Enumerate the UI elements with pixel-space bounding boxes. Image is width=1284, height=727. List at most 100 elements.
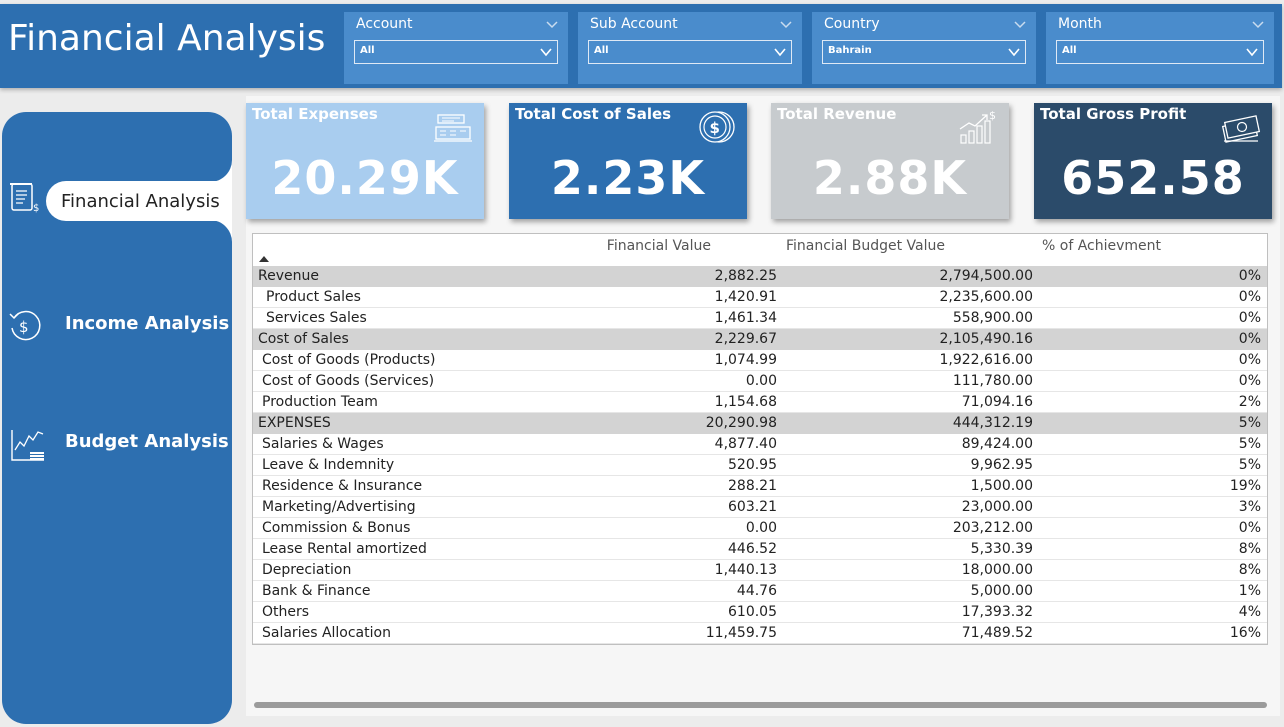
financial-value-cell: 1,154.68	[714, 394, 777, 410]
table-row[interactable]: Others 610.05 17,393.32 4%	[253, 602, 1267, 623]
table-row[interactable]: Product Sales 1,420.91 2,235,600.00 0%	[253, 287, 1267, 308]
chevron-down-icon	[774, 48, 786, 57]
table-row[interactable]: Salaries & Wages 4,877.40 89,424.00 5%	[253, 434, 1267, 455]
dashboard: Financial Analysis Account All Sub Accou…	[0, 0, 1284, 727]
budget-value-cell: 111,780.00	[952, 373, 1033, 389]
achievement-cell: 0%	[1238, 352, 1261, 368]
table-group-row[interactable]: Revenue 2,882.25 2,794,500.00 0%	[253, 266, 1267, 287]
financial-value-cell: 520.95	[728, 457, 777, 473]
filter-value: Bahrain	[828, 45, 872, 56]
row-label: Salaries & Wages	[262, 436, 384, 452]
filter-value: All	[360, 45, 375, 56]
budget-value-cell: 5,000.00	[970, 583, 1033, 599]
table-row[interactable]: Cost of Goods (Services) 0.00 111,780.00 0%	[253, 371, 1267, 392]
row-label: Leave & Indemnity	[262, 457, 395, 473]
filter-dropdown[interactable]: All	[354, 40, 558, 64]
chevron-down-icon[interactable]	[1252, 18, 1264, 30]
table-body: Revenue 2,882.25 2,794,500.00 0% Product Sal…	[253, 266, 1267, 644]
budget-value-cell: 2,235,600.00	[939, 289, 1033, 305]
filter-dropdown[interactable]: All	[588, 40, 792, 64]
achievement-cell: 0%	[1238, 310, 1261, 326]
filter-label: Sub Account	[590, 16, 678, 32]
table-row[interactable]: Cost of Goods (Products) 1,074.99 1,922,61…	[253, 350, 1267, 371]
table-row[interactable]: Production Team 1,154.68 71,094.16 2%	[253, 392, 1267, 413]
table-group-row[interactable]: Cost of Sales 2,229.67 2,105,490.16 0%	[253, 329, 1267, 350]
table-row[interactable]: Residence & Insurance 288.21 1,500.00 19%	[253, 476, 1267, 497]
filter-country[interactable]: Country Bahrain	[812, 12, 1036, 84]
kpi-title: Total Revenue	[777, 105, 897, 123]
column-header-achievement[interactable]: % of Achievment	[1042, 238, 1161, 254]
filter-sub-account[interactable]: Sub Account All	[578, 12, 802, 84]
kpi-title: Total Gross Profit	[1040, 105, 1187, 123]
nav-label[interactable]: Budget Analysis	[65, 431, 229, 452]
sort-ascending-icon[interactable]	[259, 256, 269, 262]
achievement-cell: 5%	[1238, 415, 1261, 431]
table-row[interactable]: Bank & Finance 44.76 5,000.00 1%	[253, 581, 1267, 602]
financial-value-cell: 20,290.98	[705, 415, 777, 431]
filter-account[interactable]: Account All	[344, 12, 568, 84]
row-label: Depreciation	[262, 562, 352, 578]
column-header-budget-value[interactable]: Financial Budget Value	[786, 238, 945, 254]
kpi-value: 652.58	[1061, 151, 1245, 205]
filter-dropdown[interactable]: Bahrain	[822, 40, 1026, 64]
table-row[interactable]: Marketing/Advertising 603.21 23,000.00 3%	[253, 497, 1267, 518]
table-row[interactable]: Services Sales 1,461.34 558,900.00 0%	[253, 308, 1267, 329]
budget-value-cell: 444,312.19	[952, 415, 1033, 431]
table-row[interactable]: Depreciation 1,440.13 18,000.00 8%	[253, 560, 1267, 581]
row-label: Cost of Goods (Services)	[262, 373, 435, 389]
chevron-down-icon[interactable]	[546, 18, 558, 30]
achievement-cell: 0%	[1238, 373, 1261, 389]
column-header-financial-value[interactable]: Financial Value	[607, 238, 711, 254]
row-label: EXPENSES	[258, 415, 331, 431]
filter-value: All	[1062, 45, 1077, 56]
financial-value-cell: 44.76	[736, 583, 777, 599]
achievement-cell: 5%	[1238, 457, 1261, 473]
achievement-cell: 3%	[1238, 499, 1261, 515]
chevron-down-icon[interactable]	[1014, 18, 1026, 30]
svg-text:$: $	[710, 119, 720, 137]
financial-value-cell: 0.00	[745, 373, 777, 389]
budget-value-cell: 23,000.00	[961, 499, 1033, 515]
nav-label[interactable]: Financial Analysis	[61, 191, 220, 212]
budget-value-cell: 17,393.32	[961, 604, 1033, 620]
achievement-cell: 19%	[1229, 478, 1261, 494]
horizontal-scrollbar[interactable]	[254, 702, 1267, 708]
document-dollar-icon: $	[10, 183, 39, 214]
row-label: Salaries Allocation	[262, 625, 391, 641]
table-row[interactable]: Lease Rental amortized 446.52 5,330.39 8%	[253, 539, 1267, 560]
table-group-row[interactable]: EXPENSES 20,290.98 444,312.19 5%	[253, 413, 1267, 434]
table-row[interactable]: Salaries Allocation 11,459.75 71,489.52 16%	[253, 623, 1267, 644]
financial-value-cell: 2,882.25	[714, 268, 777, 284]
kpi-card-total-expenses: Total Expenses 20.29K	[246, 103, 484, 219]
budget-value-cell: 1,922,616.00	[939, 352, 1033, 368]
chevron-down-icon	[1008, 48, 1020, 57]
filter-month[interactable]: Month All	[1046, 12, 1274, 84]
growth-chart-icon: $	[959, 109, 996, 144]
row-label: Product Sales	[266, 289, 361, 305]
row-label: Residence & Insurance	[262, 478, 423, 494]
kpi-title: Total Expenses	[252, 105, 378, 123]
row-label: Production Team	[262, 394, 378, 410]
line-chart-icon[interactable]	[10, 426, 46, 462]
table-row[interactable]: Commission & Bonus 0.00 203,212.00 0%	[253, 518, 1267, 539]
nav-label[interactable]: Income Analysis	[65, 313, 229, 334]
nav-tab-curve	[207, 160, 232, 182]
financial-value-cell: 1,420.91	[714, 289, 777, 305]
financial-value-cell: 288.21	[728, 478, 777, 494]
chevron-down-icon[interactable]	[780, 18, 792, 30]
dollar-cycle-icon[interactable]: $	[6, 308, 42, 344]
kpi-value: 2.88K	[812, 151, 968, 205]
row-label: Services Sales	[266, 310, 367, 326]
row-label: Lease Rental amortized	[262, 541, 427, 557]
table-row[interactable]: Leave & Indemnity 520.95 9,962.95 5%	[253, 455, 1267, 476]
budget-value-cell: 558,900.00	[952, 310, 1033, 326]
kpi-card-total-cost-of-sales: Total Cost of Sales $ 2.23K	[509, 103, 747, 219]
svg-text:$: $	[989, 109, 996, 122]
filter-label: Country	[824, 16, 880, 32]
filter-dropdown[interactable]: All	[1056, 40, 1264, 64]
achievement-cell: 16%	[1229, 625, 1261, 641]
budget-value-cell: 89,424.00	[961, 436, 1033, 452]
financial-value-cell: 610.05	[728, 604, 777, 620]
budget-value-cell: 71,094.16	[961, 394, 1033, 410]
budget-value-cell: 2,105,490.16	[939, 331, 1033, 347]
